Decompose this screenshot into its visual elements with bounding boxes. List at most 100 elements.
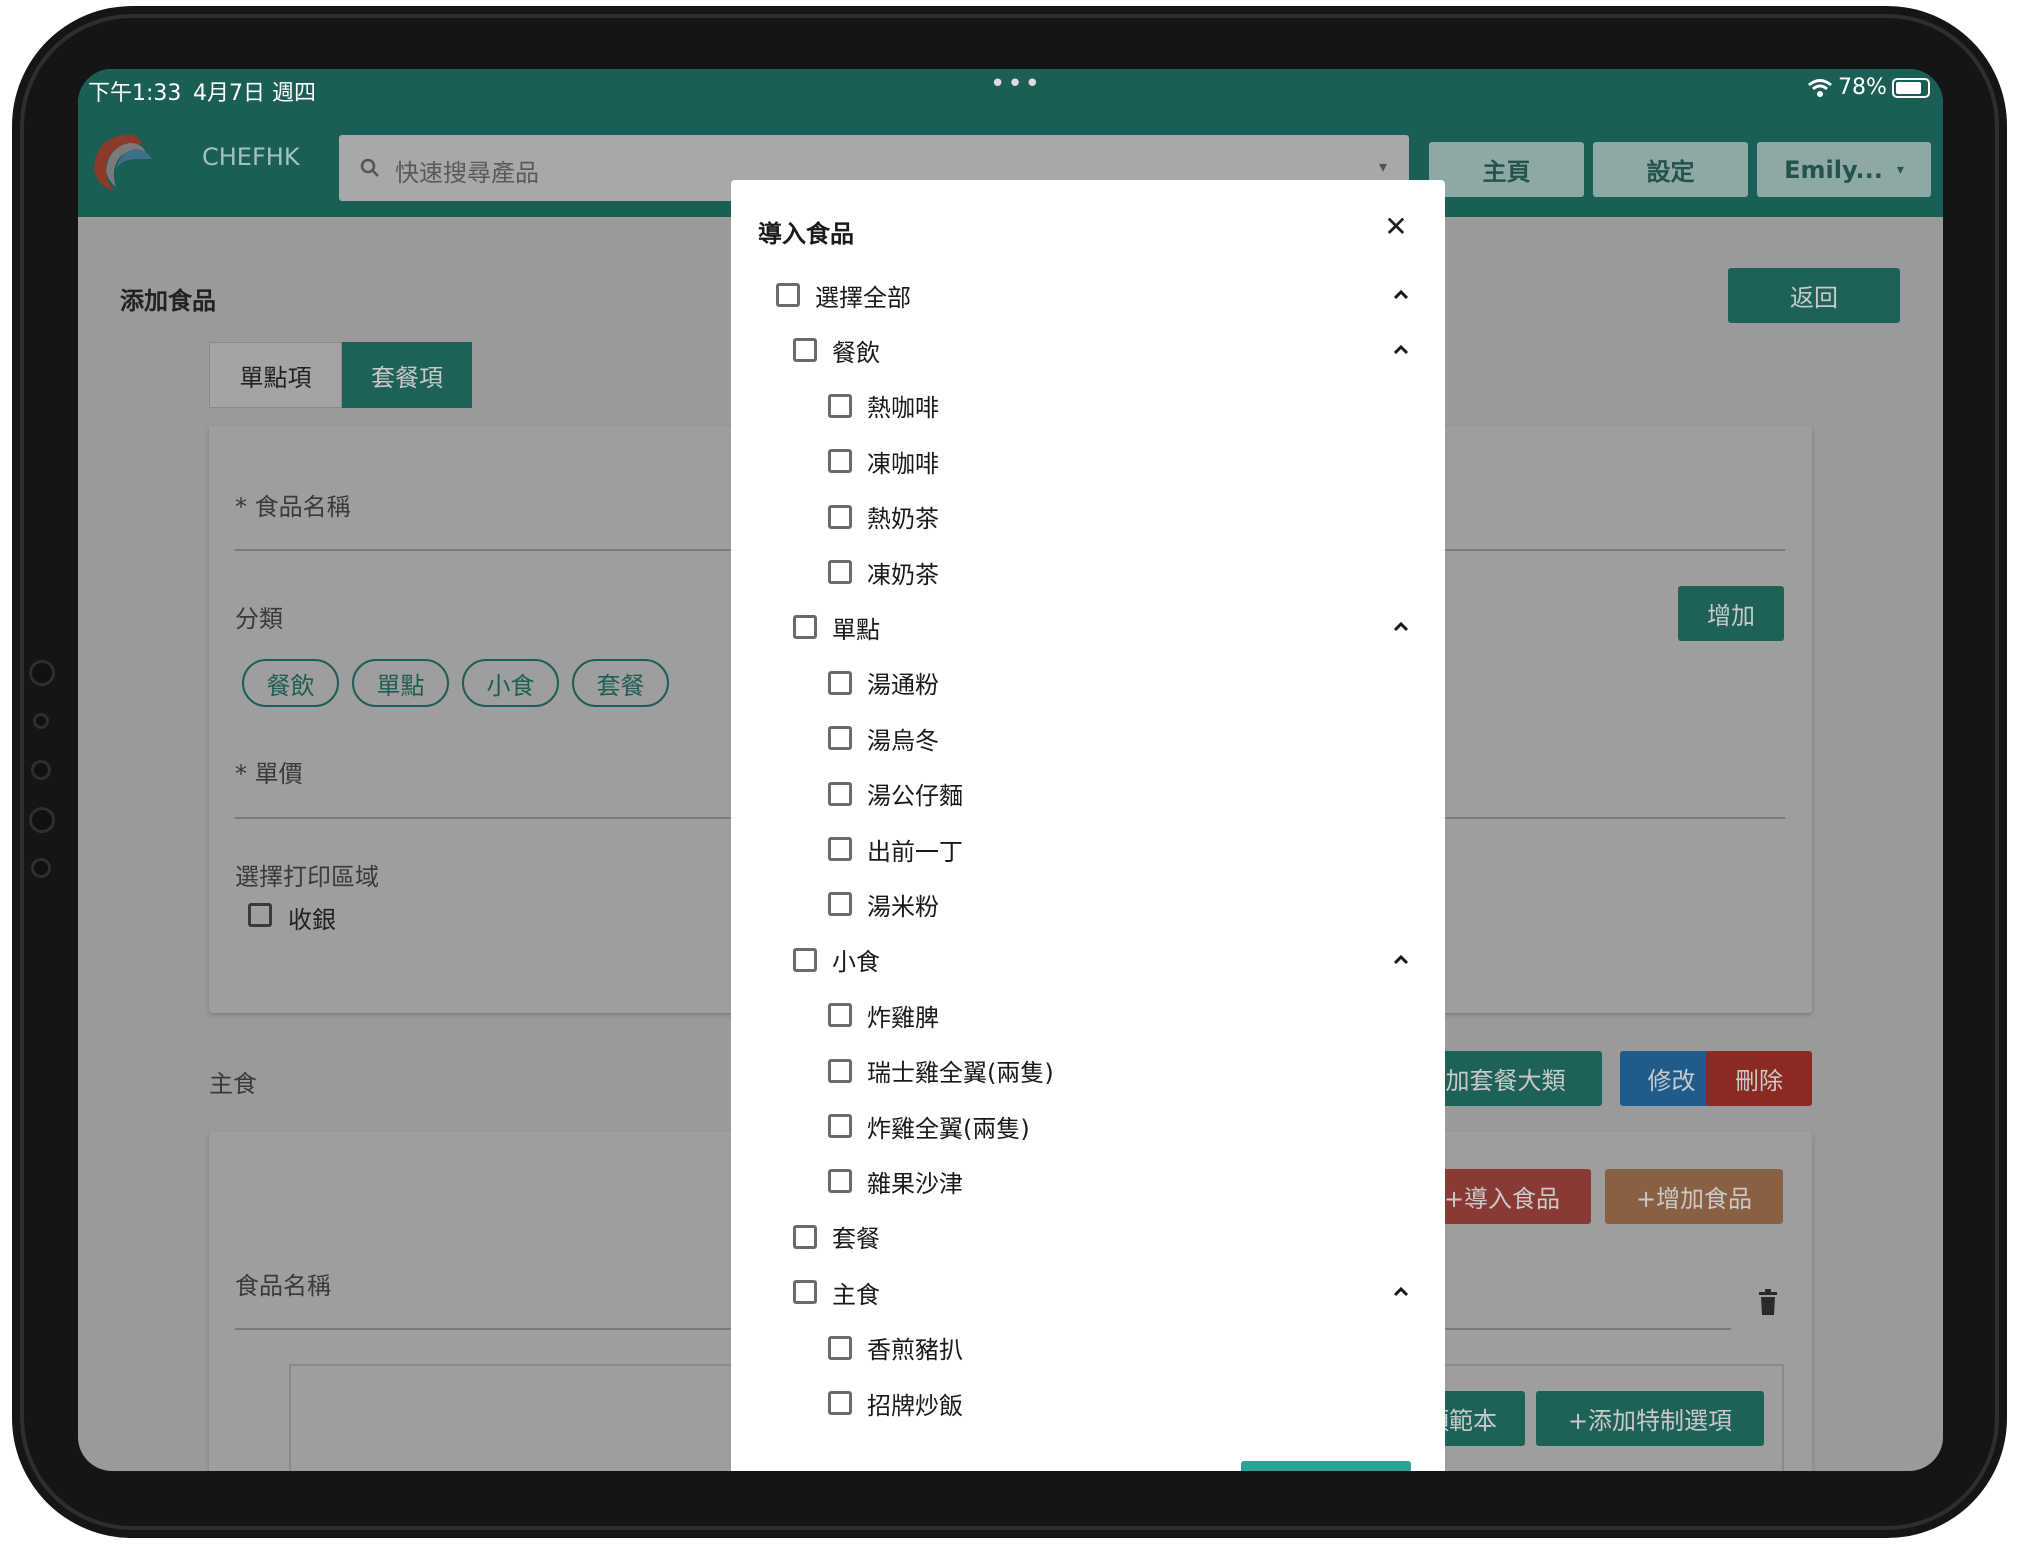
checkbox[interactable] xyxy=(828,560,852,584)
category-label: 分類 xyxy=(235,605,283,633)
home-button[interactable]: 主頁 xyxy=(1429,142,1584,197)
checkbox[interactable] xyxy=(793,1224,817,1249)
food-item-row[interactable]: 湯公仔麵 xyxy=(731,766,1445,822)
status-time: 下午1:33 xyxy=(88,81,182,106)
battery-percent: 78% xyxy=(1838,75,1887,100)
checkbox[interactable] xyxy=(793,615,817,640)
category-chip[interactable]: 單點 xyxy=(352,659,449,707)
food-name-column-label: 食品名稱 xyxy=(235,1272,331,1300)
wifi-icon xyxy=(1807,76,1833,100)
checkbox[interactable] xyxy=(828,892,852,917)
food-item-row[interactable]: 炸雞全翼(兩隻) xyxy=(731,1098,1445,1154)
search-placeholder: 快速搜尋產品 xyxy=(395,159,539,187)
category-row[interactable]: 小食 xyxy=(731,932,1445,988)
food-item-row[interactable]: 雜果沙津 xyxy=(731,1153,1445,1209)
food-item-row[interactable]: 湯通粉 xyxy=(731,655,1445,711)
chevron-up-icon[interactable] xyxy=(1391,617,1411,637)
chevron-down-icon: ▾ xyxy=(1896,161,1904,178)
user-name: Emily... xyxy=(1784,155,1883,184)
add-category-button[interactable]: 增加 xyxy=(1678,586,1784,641)
logo-icon xyxy=(86,129,160,193)
dialog-title: 導入食品 xyxy=(758,220,854,248)
food-item-row[interactable]: 熱奶茶 xyxy=(731,489,1445,545)
food-item-row-label: 湯米粉 xyxy=(867,892,939,921)
category-row-label: 單點 xyxy=(832,615,880,644)
tablet-screen: 下午1:33 4月7日 週四 ••• 78% CHEFHK 快速搜尋產品 ▾ 主 xyxy=(78,69,1943,1471)
food-item-row[interactable]: 招牌炒飯 xyxy=(731,1375,1445,1431)
checkbox[interactable] xyxy=(828,1335,852,1360)
food-item-row-label: 熱奶茶 xyxy=(867,505,939,534)
chevron-up-icon[interactable] xyxy=(1391,950,1411,970)
back-button[interactable]: 返回 xyxy=(1728,268,1900,323)
user-menu-button[interactable]: Emily... ▾ xyxy=(1757,142,1931,197)
battery-icon xyxy=(1892,78,1930,98)
checkbox[interactable] xyxy=(793,1280,817,1305)
chevron-up-icon[interactable] xyxy=(1391,340,1411,360)
food-item-row[interactable]: 湯米粉 xyxy=(731,876,1445,932)
search-icon xyxy=(359,157,381,179)
tab-set-item[interactable]: 套餐項 xyxy=(342,342,472,408)
checkbox[interactable] xyxy=(828,1058,852,1083)
add-special-option-button[interactable]: +添加特制選項 xyxy=(1536,1391,1764,1446)
camera-dot xyxy=(29,660,55,686)
select-all-row[interactable]: 選擇全部 xyxy=(731,267,1445,323)
delete-button[interactable]: 刪除 xyxy=(1706,1051,1812,1106)
import-food-dialog: 導入食品 ✕ 選擇全部 餐飲熱咖啡凍咖啡熱奶茶凍奶茶單點湯通粉 湯烏冬 湯公仔麵 出前一… xyxy=(731,180,1445,1471)
settings-button[interactable]: 設定 xyxy=(1593,142,1748,197)
sensor-dot xyxy=(31,760,51,780)
trash-icon[interactable] xyxy=(1757,1289,1779,1315)
category-row[interactable]: 單點 xyxy=(731,599,1445,655)
chevron-up-icon[interactable] xyxy=(1391,285,1411,305)
checkbox[interactable] xyxy=(828,1114,852,1138)
food-item-row-label: 炸雞全翼(兩隻) xyxy=(867,1114,1030,1143)
checkbox[interactable] xyxy=(828,504,852,529)
page-title: 添加食品 xyxy=(120,287,216,315)
category-chip[interactable]: 餐飲 xyxy=(242,659,339,707)
food-item-row[interactable]: 湯烏冬 xyxy=(731,710,1445,766)
status-date: 4月7日 週四 xyxy=(193,81,316,106)
checkbox[interactable] xyxy=(828,781,852,806)
category-row-label: 主食 xyxy=(832,1280,880,1309)
food-item-row[interactable]: 凍咖啡 xyxy=(731,433,1445,489)
category-row[interactable]: 餐飲 xyxy=(731,322,1445,378)
sensor-dot xyxy=(33,713,49,729)
checkbox[interactable] xyxy=(793,338,817,363)
checkbox[interactable] xyxy=(828,670,852,695)
checkbox[interactable] xyxy=(828,1391,852,1415)
print-area-label: 選擇打印區域 xyxy=(235,863,379,891)
checkbox[interactable] xyxy=(828,726,852,751)
food-item-row-label: 熱咖啡 xyxy=(867,394,939,423)
food-item-row-label: 凍咖啡 xyxy=(867,449,939,478)
category-chip[interactable]: 小食 xyxy=(462,659,559,707)
food-item-row[interactable]: 凍奶茶 xyxy=(731,544,1445,600)
category-row-label: 小食 xyxy=(832,948,880,977)
food-item-row[interactable]: 熱咖啡 xyxy=(731,378,1445,434)
category-row[interactable]: 套餐 xyxy=(731,1209,1445,1265)
food-item-row-label: 瑞士雞全翼(兩隻) xyxy=(867,1059,1054,1088)
sensor-dot xyxy=(31,858,51,878)
print-area-checkbox[interactable] xyxy=(248,903,272,927)
food-item-row[interactable]: 香煎豬扒 xyxy=(731,1320,1445,1376)
chevron-up-icon[interactable] xyxy=(1391,1282,1411,1302)
multitask-dots[interactable]: ••• xyxy=(990,69,1042,99)
brand-name[interactable]: CHEFHK xyxy=(202,143,300,171)
save-button[interactable]: 保存 xyxy=(1241,1461,1411,1471)
chevron-down-icon: ▾ xyxy=(1379,157,1388,176)
category-row[interactable]: 主食 xyxy=(731,1264,1445,1320)
price-label: * 單價 xyxy=(235,760,303,788)
checkbox[interactable] xyxy=(828,1169,852,1194)
food-item-row[interactable]: 瑞士雞全翼(兩隻) xyxy=(731,1043,1445,1099)
close-icon[interactable]: ✕ xyxy=(1381,212,1411,242)
checkbox[interactable] xyxy=(828,1003,852,1028)
food-item-row-label: 招牌炒飯 xyxy=(867,1391,963,1420)
checkbox[interactable] xyxy=(828,393,852,418)
add-food-button[interactable]: +增加食品 xyxy=(1605,1169,1783,1224)
category-chip[interactable]: 套餐 xyxy=(572,659,669,707)
food-item-row[interactable]: 炸雞脾 xyxy=(731,987,1445,1043)
checkbox[interactable] xyxy=(828,837,852,861)
food-item-row[interactable]: 出前一丁 xyxy=(731,821,1445,877)
checkbox[interactable] xyxy=(776,283,800,307)
checkbox[interactable] xyxy=(793,947,817,972)
checkbox[interactable] xyxy=(828,449,852,474)
tab-single-item[interactable]: 單點項 xyxy=(209,342,342,408)
